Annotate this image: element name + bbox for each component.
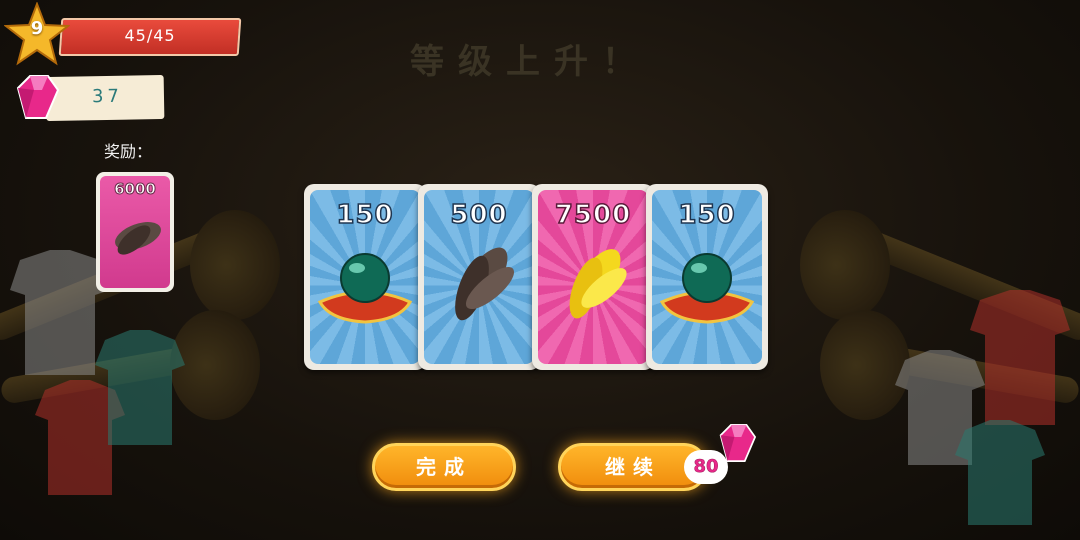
- reward-card-2[interactable]: 500: [418, 184, 540, 370]
- reward-label: 奖励：: [104, 142, 153, 161]
- card-value: 7500: [554, 199, 632, 231]
- card-value: 150: [336, 199, 394, 231]
- green-orb-on-cushion-icon: [317, 253, 413, 324]
- golden-feather-icon: [569, 249, 627, 319]
- level-number: 9: [30, 18, 44, 39]
- reward-card-1[interactable]: 150: [304, 184, 426, 370]
- reward-card-3[interactable]: 7500: [532, 184, 654, 370]
- gem-count: 37: [91, 85, 124, 108]
- green-orb-on-cushion-icon: [659, 253, 755, 324]
- xp-bar: 45/45: [58, 18, 242, 56]
- card-value: 500: [450, 199, 508, 231]
- dark-feather-icon: [455, 247, 515, 321]
- reward-value: 6000: [114, 180, 157, 199]
- pink-gem-icon: [719, 424, 757, 462]
- page-title: 等级上升！: [410, 42, 650, 82]
- card-value: 150: [678, 199, 736, 231]
- reward-card-4[interactable]: 150: [646, 184, 768, 370]
- xp-text: 45/45: [124, 26, 176, 45]
- dark-feather-icon: [115, 222, 161, 255]
- done-button[interactable]: 完成: [372, 443, 516, 491]
- reward-card: 6000: [96, 172, 174, 292]
- pink-gem-icon: [16, 75, 60, 119]
